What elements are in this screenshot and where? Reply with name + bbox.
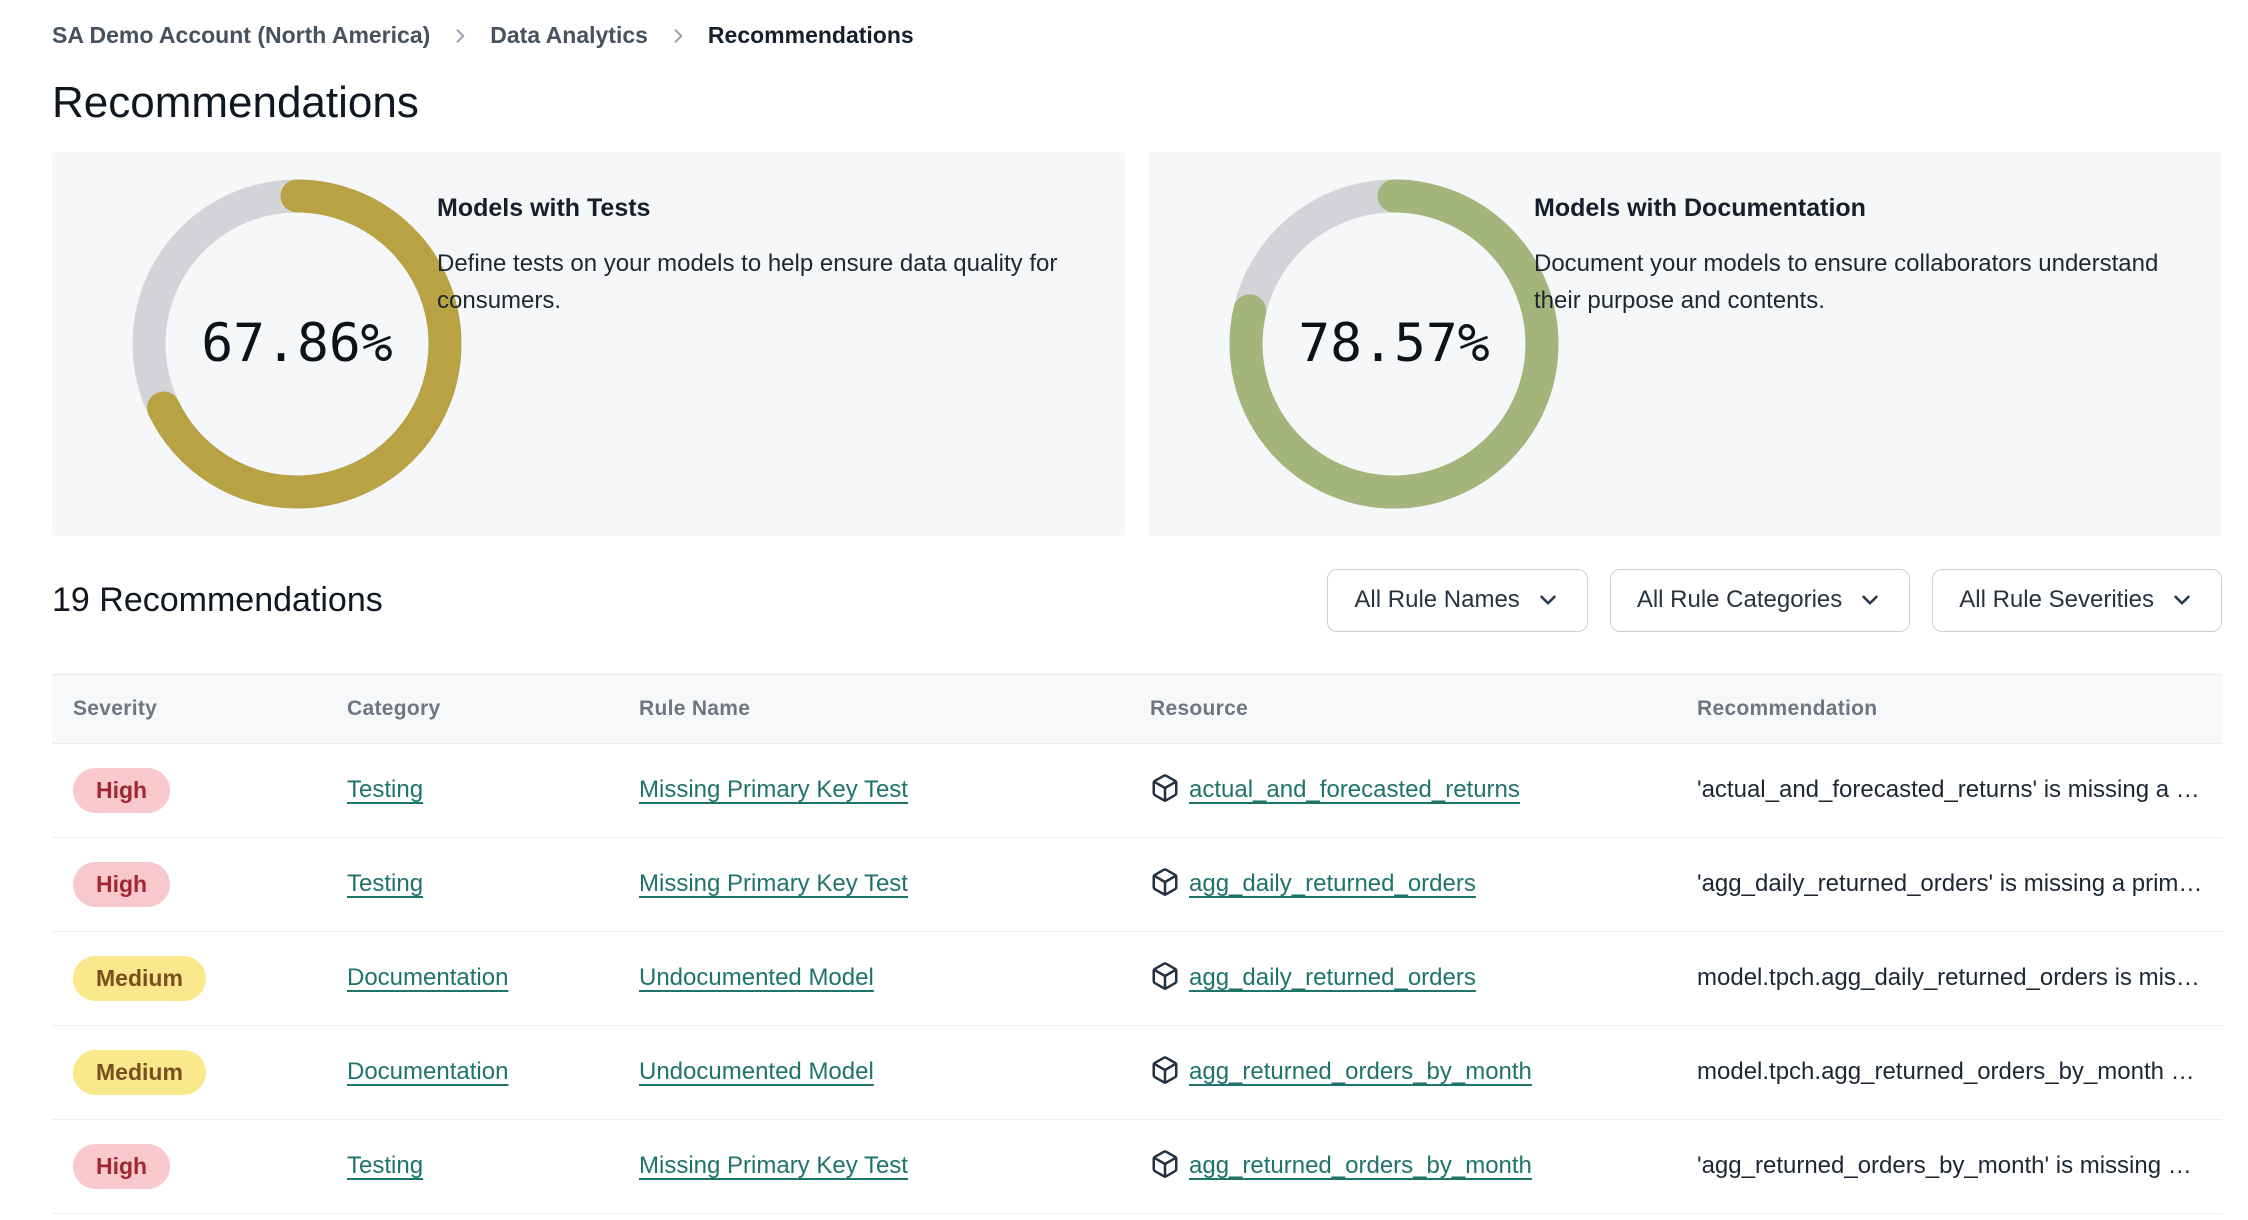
table-row: Medium Documentation Undocumented Model … [52, 1026, 2222, 1120]
chevron-right-icon [668, 26, 688, 46]
rule-name-link[interactable]: Undocumented Model [639, 1058, 874, 1085]
category-link[interactable]: Documentation [347, 1058, 508, 1085]
filter-label: All Rule Names [1354, 586, 1520, 614]
card-title: Models with Tests [437, 193, 651, 222]
models-with-tests-donut: 67.86% [132, 179, 462, 509]
column-header-rule-name: Rule Name [639, 696, 751, 720]
card-title: Models with Documentation [1534, 193, 1866, 222]
rule-names-filter[interactable]: All Rule Names [1327, 568, 1588, 632]
model-cube-icon [1150, 1149, 1180, 1184]
chevron-down-icon [1857, 587, 1883, 613]
models-with-documentation-card: 78.57% Models with Documentation Documen… [1149, 151, 2222, 536]
recommendation-text: 'agg_daily_returned_orders' is missing a… [1697, 870, 2203, 898]
category-link[interactable]: Documentation [347, 964, 508, 991]
card-description: Define tests on your models to help ensu… [437, 249, 1058, 314]
table-body: High Testing Missing Primary Key Test ac… [52, 744, 2222, 1214]
model-cube-icon [1150, 1055, 1180, 1090]
chevron-down-icon [1535, 587, 1561, 613]
models-with-tests-card: 67.86% Models with Tests Define tests on… [52, 151, 1125, 536]
documentation-percent-value: 78.57% [1298, 313, 1490, 375]
breadcrumb-project[interactable]: Data Analytics [490, 22, 648, 49]
tests-percent-value: 67.86% [201, 313, 393, 375]
filter-label: All Rule Severities [1959, 586, 2154, 614]
table-row: High Testing Missing Primary Key Test ac… [52, 744, 2222, 838]
chevron-right-icon [450, 26, 470, 46]
resource-link[interactable]: agg_returned_orders_by_month [1189, 1058, 1532, 1086]
model-cube-icon [1150, 867, 1180, 902]
severity-badge: High [73, 861, 171, 907]
severity-badge: Medium [73, 1049, 206, 1095]
card-description: Document your models to ensure collabora… [1534, 249, 2159, 314]
filter-bar: All Rule Names All Rule Categories All R… [1327, 568, 2222, 632]
resource-link[interactable]: agg_daily_returned_orders [1189, 964, 1476, 992]
column-header-severity: Severity [73, 696, 158, 720]
summary-cards: 67.86% Models with Tests Define tests on… [52, 151, 2222, 536]
resource-link[interactable]: agg_daily_returned_orders [1189, 870, 1476, 898]
rule-name-link[interactable]: Missing Primary Key Test [639, 776, 908, 803]
recommendations-page: SA Demo Account (North America) Data Ana… [52, 22, 2222, 1214]
recommendation-text: 'actual_and_forecasted_returns' is missi… [1697, 776, 2200, 804]
recommendation-text: 'agg_returned_orders_by_month' is missin… [1697, 1152, 2192, 1180]
severity-badge: High [73, 767, 171, 813]
recommendation-text: model.tpch.agg_returned_orders_by_month … [1697, 1058, 2195, 1086]
list-header: 19 Recommendations All Rule Names All Ru… [52, 568, 2222, 632]
column-header-resource: Resource [1150, 696, 1249, 720]
table-row: Medium Documentation Undocumented Model … [52, 932, 2222, 1026]
model-cube-icon [1150, 773, 1180, 808]
breadcrumb-current: Recommendations [707, 22, 914, 48]
category-link[interactable]: Testing [347, 776, 423, 803]
model-cube-icon [1150, 961, 1180, 996]
table-header: Severity Category Rule Name Resource Rec… [52, 673, 2222, 744]
breadcrumb-account[interactable]: SA Demo Account (North America) [52, 22, 430, 49]
category-link[interactable]: Testing [347, 870, 423, 897]
column-header-category: Category [347, 696, 441, 720]
category-link[interactable]: Testing [347, 1152, 423, 1179]
page-title: Recommendations [52, 78, 419, 127]
rule-severities-filter[interactable]: All Rule Severities [1932, 568, 2222, 632]
rule-name-link[interactable]: Missing Primary Key Test [639, 870, 908, 897]
resource-link[interactable]: actual_and_forecasted_returns [1189, 776, 1520, 804]
recommendations-count: 19 Recommendations [52, 580, 383, 619]
table-row: High Testing Missing Primary Key Test ag… [52, 838, 2222, 932]
breadcrumb: SA Demo Account (North America) Data Ana… [52, 22, 2222, 49]
recommendations-table: Severity Category Rule Name Resource Rec… [52, 673, 2222, 1214]
filter-label: All Rule Categories [1636, 586, 1843, 614]
chevron-down-icon [2169, 587, 2195, 613]
column-header-recommendation: Recommendation [1697, 696, 1878, 720]
severity-badge: Medium [73, 955, 206, 1001]
rule-name-link[interactable]: Undocumented Model [639, 964, 874, 991]
severity-badge: High [73, 1143, 171, 1189]
resource-link[interactable]: agg_returned_orders_by_month [1189, 1152, 1532, 1180]
recommendation-text: model.tpch.agg_daily_returned_orders is … [1697, 964, 2200, 992]
models-with-documentation-donut: 78.57% [1229, 179, 1559, 509]
table-row: High Testing Missing Primary Key Test ag… [52, 1120, 2222, 1214]
rule-categories-filter[interactable]: All Rule Categories [1609, 568, 1911, 632]
rule-name-link[interactable]: Missing Primary Key Test [639, 1152, 908, 1179]
